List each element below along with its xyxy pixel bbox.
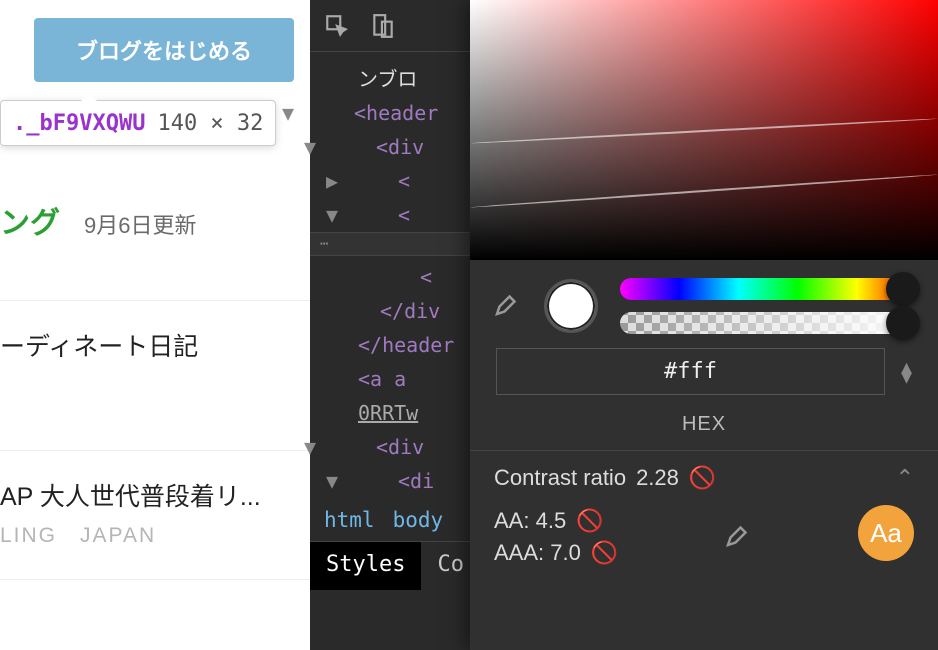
saturation-lightness-area[interactable] — [470, 0, 938, 260]
element-inspect-tooltip: ._bF9VXQWU 140 × 32 — [0, 100, 276, 146]
color-swatch — [544, 279, 598, 333]
contrast-ratio-value: 2.28 — [636, 465, 679, 491]
list-item-title: AP 大人世代普段着リ... — [0, 477, 310, 513]
fail-icon: 🚫 — [576, 505, 603, 537]
ranking-header: ング 9月6日更新 — [0, 198, 310, 262]
aaa-value: 7.0 — [550, 537, 581, 569]
device-toolbar-icon[interactable] — [370, 13, 396, 39]
contrast-curve-icon — [471, 174, 938, 209]
color-format-label: HEX — [470, 403, 938, 450]
hue-slider[interactable] — [620, 278, 916, 300]
color-picker-popover: ▴ ▾ HEX Contrast ratio 2.28 🚫 ⌃ AA: 4.5 … — [470, 0, 938, 650]
aaa-label: AAA: — [494, 537, 544, 569]
contrast-section: Contrast ratio 2.28 🚫 ⌃ AA: 4.5 🚫 AAA: 7… — [470, 450, 938, 583]
list-item-subtitle: LING JAPAN — [0, 519, 310, 549]
alpha-slider-thumb[interactable] — [886, 306, 920, 340]
background-eyedropper-icon[interactable] — [723, 520, 753, 555]
chevron-up-icon[interactable]: ⌃ — [896, 465, 914, 491]
tab-styles[interactable]: Styles — [310, 542, 421, 590]
list-item[interactable]: ーディネート日記 — [0, 300, 310, 389]
hex-input[interactable] — [496, 348, 885, 395]
webpage-pane: ブログをはじめる ._bF9VXQWU 140 × 32 ング 9月6日更新 ー… — [0, 0, 310, 650]
contrast-ratio-label: Contrast ratio — [494, 465, 626, 491]
list-item-title: ーディネート日記 — [0, 333, 198, 361]
hue-slider-thumb[interactable] — [886, 272, 920, 306]
chevron-down-icon: ▾ — [901, 372, 912, 382]
aa-value: 4.5 — [536, 505, 567, 537]
contrast-sample-badge: Aa — [858, 505, 914, 561]
tooltip-dimensions: 140 × 32 — [157, 111, 263, 136]
inspect-element-icon[interactable] — [324, 13, 350, 39]
breadcrumb-item[interactable]: html — [324, 508, 375, 532]
tooltip-classname: ._bF9VXQWU — [13, 111, 145, 136]
breadcrumb-item[interactable]: body — [393, 508, 444, 532]
fail-icon: 🚫 — [689, 465, 716, 491]
aa-label: AA: — [494, 505, 529, 537]
contrast-curve-icon — [470, 118, 937, 144]
eyedropper-icon[interactable] — [492, 289, 522, 324]
list-item[interactable]: AP 大人世代普段着リ... LING JAPAN — [0, 450, 310, 580]
alpha-slider[interactable] — [620, 312, 916, 334]
fail-icon: 🚫 — [591, 537, 618, 569]
color-format-stepper[interactable]: ▴ ▾ — [901, 362, 912, 382]
ranking-date: 9月6日更新 — [84, 208, 196, 240]
start-blog-button[interactable]: ブログをはじめる — [34, 18, 294, 82]
ranking-label: ング — [0, 198, 60, 242]
